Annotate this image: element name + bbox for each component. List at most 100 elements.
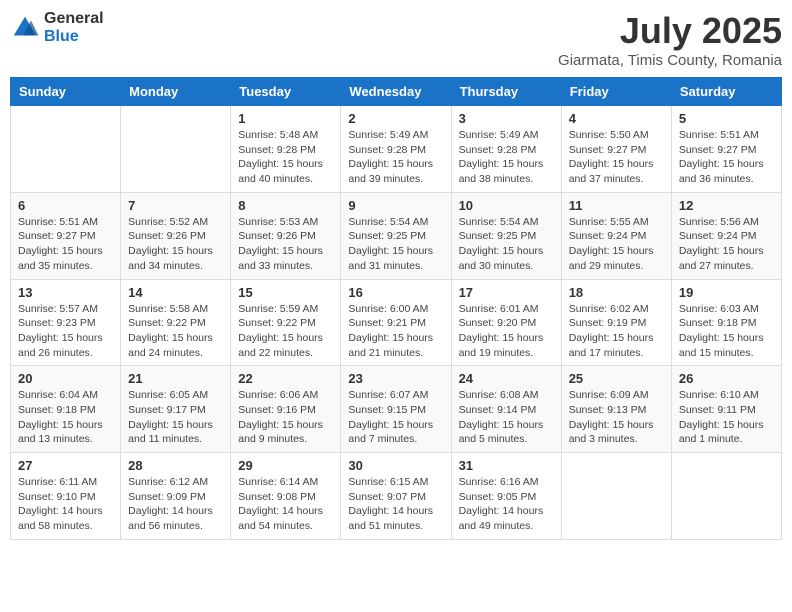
title-area: July 2025 Giarmata, Timis County, Romani… xyxy=(558,10,782,69)
day-number: 11 xyxy=(569,198,664,213)
calendar-cell: 16Sunrise: 6:00 AM Sunset: 9:21 PM Dayli… xyxy=(341,279,451,366)
day-info: Sunrise: 6:02 AM Sunset: 9:19 PM Dayligh… xyxy=(569,302,664,361)
calendar-cell: 5 Sunrise: 5:51 AM Sunset: 9:27 PM Daylig… xyxy=(671,106,781,193)
calendar-cell: 12 Sunrise: 5:56 AM Sunset: 9:24 PM Dayli… xyxy=(671,192,781,279)
day-number: 22 xyxy=(238,371,333,386)
calendar-cell: 7Sunrise: 5:52 AM Sunset: 9:26 PM Daylig… xyxy=(121,192,231,279)
day-info: Sunrise: 5:57 AM Sunset: 9:23 PM Dayligh… xyxy=(18,302,113,361)
day-info: Sunrise: 5:53 AM Sunset: 9:26 PM Dayligh… xyxy=(238,215,333,274)
calendar-cell xyxy=(671,453,781,540)
day-number: 27 xyxy=(18,458,113,473)
calendar-cell: 28 Sunrise: 6:12 AM Sunset: 9:09 PM Dayli… xyxy=(121,453,231,540)
calendar-cell: 8 Sunrise: 5:53 AM Sunset: 9:26 PM Daylig… xyxy=(231,192,341,279)
day-info: Sunrise: 5:54 AM Sunset: 9:25 PM Dayligh… xyxy=(348,215,443,274)
calendar-cell: 25 Sunrise: 6:09 AM Sunset: 9:13 PM Dayli… xyxy=(561,366,671,453)
day-info: Sunrise: 6:01 AM Sunset: 9:20 PM Dayligh… xyxy=(459,302,554,361)
day-info: Sunrise: 6:07 AM Sunset: 9:15 PM Dayligh… xyxy=(348,388,443,447)
logo: General Blue xyxy=(10,10,104,45)
day-number: 24 xyxy=(459,371,554,386)
day-info: Sunrise: 6:03 AM Sunset: 9:18 PM Dayligh… xyxy=(679,302,774,361)
day-info: Sunrise: 6:09 AM Sunset: 9:13 PM Dayligh… xyxy=(569,388,664,447)
day-info: Sunrise: 5:58 AM Sunset: 9:22 PM Dayligh… xyxy=(128,302,223,361)
calendar-cell xyxy=(121,106,231,193)
page-header: General Blue July 2025 Giarmata, Timis C… xyxy=(10,10,782,69)
day-number: 12 xyxy=(679,198,774,213)
calendar-cell: 13Sunrise: 5:57 AM Sunset: 9:23 PM Dayli… xyxy=(11,279,121,366)
day-number: 19 xyxy=(679,285,774,300)
weekday-header-sunday: Sunday xyxy=(11,78,121,106)
calendar-week-4: 20Sunrise: 6:04 AM Sunset: 9:18 PM Dayli… xyxy=(11,366,782,453)
calendar-cell: 19 Sunrise: 6:03 AM Sunset: 9:18 PM Dayli… xyxy=(671,279,781,366)
weekday-header-row: SundayMondayTuesdayWednesdayThursdayFrid… xyxy=(11,78,782,106)
day-info: Sunrise: 5:49 AM Sunset: 9:28 PM Dayligh… xyxy=(459,128,554,187)
weekday-header-friday: Friday xyxy=(561,78,671,106)
weekday-header-saturday: Saturday xyxy=(671,78,781,106)
day-info: Sunrise: 6:15 AM Sunset: 9:07 PM Dayligh… xyxy=(348,475,443,534)
day-number: 9 xyxy=(348,198,443,213)
weekday-header-monday: Monday xyxy=(121,78,231,106)
logo-general-text: General xyxy=(44,10,104,28)
day-number: 20 xyxy=(18,371,113,386)
logo-icon xyxy=(10,13,40,43)
calendar-header: SundayMondayTuesdayWednesdayThursdayFrid… xyxy=(11,78,782,106)
day-number: 31 xyxy=(459,458,554,473)
calendar-cell: 22 Sunrise: 6:06 AM Sunset: 9:16 PM Dayli… xyxy=(231,366,341,453)
calendar-body: 1 Sunrise: 5:48 AM Sunset: 9:28 PM Daylig… xyxy=(11,106,782,540)
day-info: Sunrise: 5:56 AM Sunset: 9:24 PM Dayligh… xyxy=(679,215,774,274)
day-number: 6 xyxy=(18,198,113,213)
day-number: 5 xyxy=(679,111,774,126)
day-info: Sunrise: 6:06 AM Sunset: 9:16 PM Dayligh… xyxy=(238,388,333,447)
calendar-cell: 3 Sunrise: 5:49 AM Sunset: 9:28 PM Daylig… xyxy=(451,106,561,193)
day-info: Sunrise: 5:52 AM Sunset: 9:26 PM Dayligh… xyxy=(128,215,223,274)
calendar-cell xyxy=(11,106,121,193)
calendar-cell: 9 Sunrise: 5:54 AM Sunset: 9:25 PM Daylig… xyxy=(341,192,451,279)
calendar-cell: 29 Sunrise: 6:14 AM Sunset: 9:08 PM Dayli… xyxy=(231,453,341,540)
weekday-header-wednesday: Wednesday xyxy=(341,78,451,106)
calendar-week-1: 1 Sunrise: 5:48 AM Sunset: 9:28 PM Daylig… xyxy=(11,106,782,193)
day-info: Sunrise: 6:08 AM Sunset: 9:14 PM Dayligh… xyxy=(459,388,554,447)
calendar-cell: 23Sunrise: 6:07 AM Sunset: 9:15 PM Dayli… xyxy=(341,366,451,453)
day-info: Sunrise: 5:55 AM Sunset: 9:24 PM Dayligh… xyxy=(569,215,664,274)
day-number: 10 xyxy=(459,198,554,213)
calendar-week-3: 13Sunrise: 5:57 AM Sunset: 9:23 PM Dayli… xyxy=(11,279,782,366)
day-number: 18 xyxy=(569,285,664,300)
day-number: 1 xyxy=(238,111,333,126)
calendar-cell: 17 Sunrise: 6:01 AM Sunset: 9:20 PM Dayli… xyxy=(451,279,561,366)
day-number: 29 xyxy=(238,458,333,473)
calendar-cell xyxy=(561,453,671,540)
day-number: 3 xyxy=(459,111,554,126)
day-number: 28 xyxy=(128,458,223,473)
day-number: 26 xyxy=(679,371,774,386)
day-info: Sunrise: 6:10 AM Sunset: 9:11 PM Dayligh… xyxy=(679,388,774,447)
day-number: 25 xyxy=(569,371,664,386)
day-info: Sunrise: 5:50 AM Sunset: 9:27 PM Dayligh… xyxy=(569,128,664,187)
day-info: Sunrise: 5:59 AM Sunset: 9:22 PM Dayligh… xyxy=(238,302,333,361)
day-info: Sunrise: 5:48 AM Sunset: 9:28 PM Dayligh… xyxy=(238,128,333,187)
day-info: Sunrise: 5:49 AM Sunset: 9:28 PM Dayligh… xyxy=(348,128,443,187)
day-info: Sunrise: 6:00 AM Sunset: 9:21 PM Dayligh… xyxy=(348,302,443,361)
calendar-cell: 2Sunrise: 5:49 AM Sunset: 9:28 PM Daylig… xyxy=(341,106,451,193)
calendar-cell: 21Sunrise: 6:05 AM Sunset: 9:17 PM Dayli… xyxy=(121,366,231,453)
calendar-cell: 11 Sunrise: 5:55 AM Sunset: 9:24 PM Dayli… xyxy=(561,192,671,279)
calendar-week-5: 27Sunrise: 6:11 AM Sunset: 9:10 PM Dayli… xyxy=(11,453,782,540)
calendar-cell: 14 Sunrise: 5:58 AM Sunset: 9:22 PM Dayli… xyxy=(121,279,231,366)
calendar-subtitle: Giarmata, Timis County, Romania xyxy=(558,52,782,69)
day-info: Sunrise: 6:16 AM Sunset: 9:05 PM Dayligh… xyxy=(459,475,554,534)
weekday-header-thursday: Thursday xyxy=(451,78,561,106)
day-info: Sunrise: 5:54 AM Sunset: 9:25 PM Dayligh… xyxy=(459,215,554,274)
day-info: Sunrise: 6:14 AM Sunset: 9:08 PM Dayligh… xyxy=(238,475,333,534)
weekday-header-tuesday: Tuesday xyxy=(231,78,341,106)
day-number: 14 xyxy=(128,285,223,300)
calendar-cell: 4 Sunrise: 5:50 AM Sunset: 9:27 PM Daylig… xyxy=(561,106,671,193)
calendar-title: July 2025 xyxy=(558,10,782,52)
day-number: 30 xyxy=(348,458,443,473)
day-info: Sunrise: 5:51 AM Sunset: 9:27 PM Dayligh… xyxy=(679,128,774,187)
calendar-cell: 26 Sunrise: 6:10 AM Sunset: 9:11 PM Dayli… xyxy=(671,366,781,453)
calendar-week-2: 6Sunrise: 5:51 AM Sunset: 9:27 PM Daylig… xyxy=(11,192,782,279)
day-number: 4 xyxy=(569,111,664,126)
day-number: 17 xyxy=(459,285,554,300)
calendar-cell: 24 Sunrise: 6:08 AM Sunset: 9:14 PM Dayli… xyxy=(451,366,561,453)
day-info: Sunrise: 6:12 AM Sunset: 9:09 PM Dayligh… xyxy=(128,475,223,534)
calendar-cell: 31 Sunrise: 6:16 AM Sunset: 9:05 PM Dayli… xyxy=(451,453,561,540)
day-number: 8 xyxy=(238,198,333,213)
